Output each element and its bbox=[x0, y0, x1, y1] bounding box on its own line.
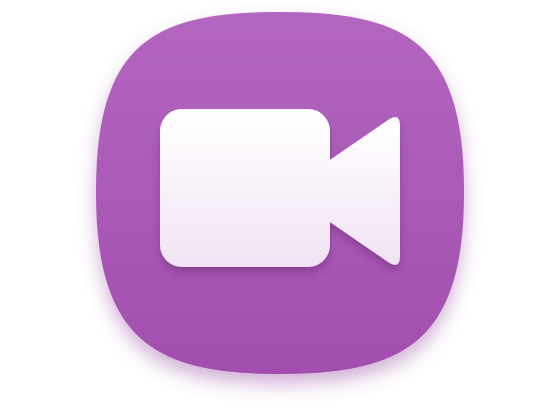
camera-body bbox=[160, 109, 330, 267]
app-icon-stage bbox=[0, 0, 560, 420]
video-camera-app-icon[interactable] bbox=[88, 6, 472, 390]
app-icon-graphic bbox=[96, 12, 464, 374]
